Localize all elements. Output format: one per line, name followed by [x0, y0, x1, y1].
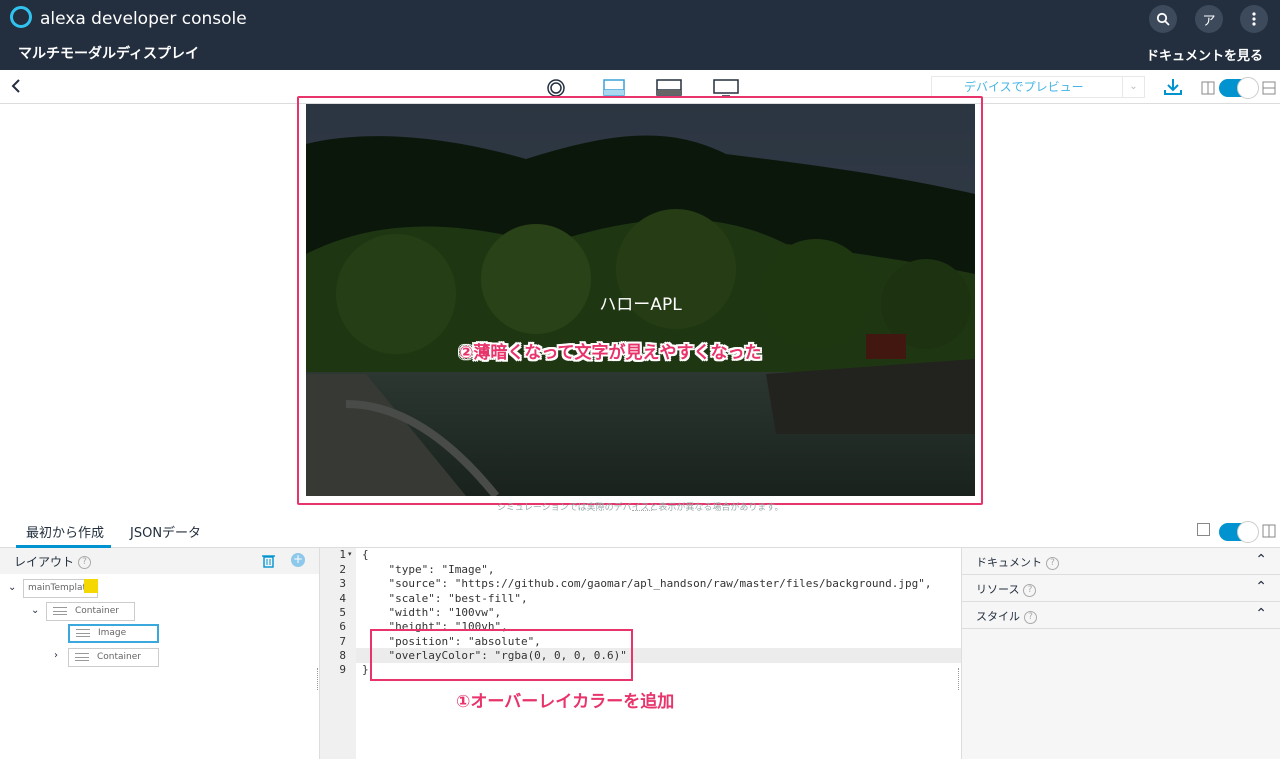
top-header: alexa developer console マルチモーダルディスプレイ ア …: [0, 0, 1280, 70]
search-icon: [1156, 12, 1170, 26]
help-icon[interactable]: ?: [1046, 556, 1059, 570]
code-line: "type": "Image",: [362, 563, 495, 576]
tree-node-label: Container: [97, 652, 141, 662]
tree-node-container[interactable]: Container: [46, 602, 135, 621]
section-label: ドキュメント: [976, 556, 1042, 569]
line-number: 4: [339, 592, 346, 605]
tree-node-main-template[interactable]: mainTemplate: [23, 579, 98, 598]
section-resources[interactable]: リソース? ⌃: [962, 575, 1280, 602]
editor-gutter: 1 2 3 4 5 6 7 8 9 ▾: [320, 548, 356, 759]
split-pane-icon[interactable]: [1262, 523, 1276, 542]
line-number: 9: [339, 663, 346, 676]
help-icon[interactable]: ?: [78, 556, 92, 569]
section-label: リソース: [976, 583, 1020, 596]
tree-node-image[interactable]: Image: [68, 624, 159, 643]
line-number: 2: [339, 563, 346, 576]
chevron-down-icon[interactable]: ⌄: [8, 582, 16, 593]
more-vertical-icon: [1252, 12, 1256, 26]
annotation-add-overlay: ①オーバーレイカラーを追加: [456, 692, 675, 712]
panel-toggle[interactable]: [1219, 521, 1259, 543]
back-chevron-icon[interactable]: [11, 78, 21, 97]
section-styles[interactable]: スタイル? ⌃: [962, 602, 1280, 629]
code-line: {: [362, 548, 369, 561]
account-avatar[interactable]: ア: [1195, 5, 1223, 33]
chevron-up-icon[interactable]: ⌃: [1255, 552, 1267, 568]
line-number: 5: [339, 606, 346, 619]
chevron-right-icon[interactable]: ›: [54, 650, 58, 661]
code-line: "width": "100vw",: [362, 606, 502, 619]
line-number: 8: [339, 649, 346, 662]
trash-icon[interactable]: [262, 553, 275, 572]
tree-node-label: Container: [75, 606, 119, 616]
code-highlight-frame: [370, 629, 633, 681]
chevron-up-icon[interactable]: ⌃: [1255, 606, 1267, 622]
annotation-result: ②薄暗くなって文字が見えやすくなった: [459, 343, 762, 363]
properties-panel: ドキュメント? ⌃ リソース? ⌃ スタイル? ⌃: [961, 548, 1280, 759]
code-line: "source": "https://github.com/gaomar/apl…: [362, 577, 932, 590]
tab-json-data[interactable]: JSONデータ: [130, 522, 201, 541]
code-line: "scale": "best-fill",: [362, 592, 528, 605]
split-horizontal-icon[interactable]: [1262, 80, 1276, 99]
more-menu-button[interactable]: [1240, 5, 1268, 33]
search-button[interactable]: [1149, 5, 1177, 33]
layout-panel: レイアウト? + ⌄ mainTemplate ⌄ Container Imag…: [0, 548, 320, 759]
chevron-down-icon[interactable]: ⌄: [31, 605, 39, 616]
layout-title: レイアウト: [14, 555, 75, 569]
chevron-up-icon[interactable]: ⌃: [1255, 579, 1267, 595]
section-documents[interactable]: ドキュメント? ⌃: [962, 548, 1280, 575]
preview-select-label: デバイスでプレビュー: [964, 80, 1084, 94]
star-badge-icon: [84, 579, 98, 593]
line-number: 7: [339, 635, 346, 648]
tree-node-label: mainTemplate: [28, 583, 92, 593]
chevron-down-icon: ⌄: [1122, 77, 1144, 97]
preview-device-select[interactable]: デバイスでプレビュー ⌄: [931, 76, 1145, 98]
add-component-icon[interactable]: +: [291, 553, 305, 567]
line-number: 3: [339, 577, 346, 590]
line-number: 6: [339, 620, 346, 633]
alexa-logo-icon[interactable]: [10, 6, 32, 28]
docs-link[interactable]: ドキュメントを見る: [1146, 45, 1263, 64]
help-icon[interactable]: ?: [1023, 583, 1037, 597]
split-vertical-icon[interactable]: [1201, 80, 1215, 99]
code-line: }: [362, 663, 369, 676]
help-icon[interactable]: ?: [1024, 610, 1037, 624]
editor-tabs: 最初から作成 JSONデータ: [0, 514, 1280, 548]
preview-highlight-frame: [297, 96, 983, 505]
tab-build-from-scratch[interactable]: 最初から作成: [26, 522, 104, 541]
line-number: 1: [339, 548, 346, 561]
layout-panel-header: レイアウト? +: [0, 548, 319, 574]
tree-node-label: Image: [98, 628, 127, 638]
tree-node-container[interactable]: Container: [68, 648, 159, 667]
console-brand[interactable]: alexa developer console: [40, 9, 247, 29]
single-pane-icon[interactable]: [1197, 523, 1210, 536]
section-label: スタイル: [976, 610, 1020, 623]
download-icon[interactable]: [1163, 78, 1183, 100]
layout-toggle[interactable]: [1219, 77, 1259, 99]
fold-arrow-icon[interactable]: ▾: [348, 550, 352, 558]
page-title: マルチモーダルディスプレイ: [18, 46, 200, 62]
